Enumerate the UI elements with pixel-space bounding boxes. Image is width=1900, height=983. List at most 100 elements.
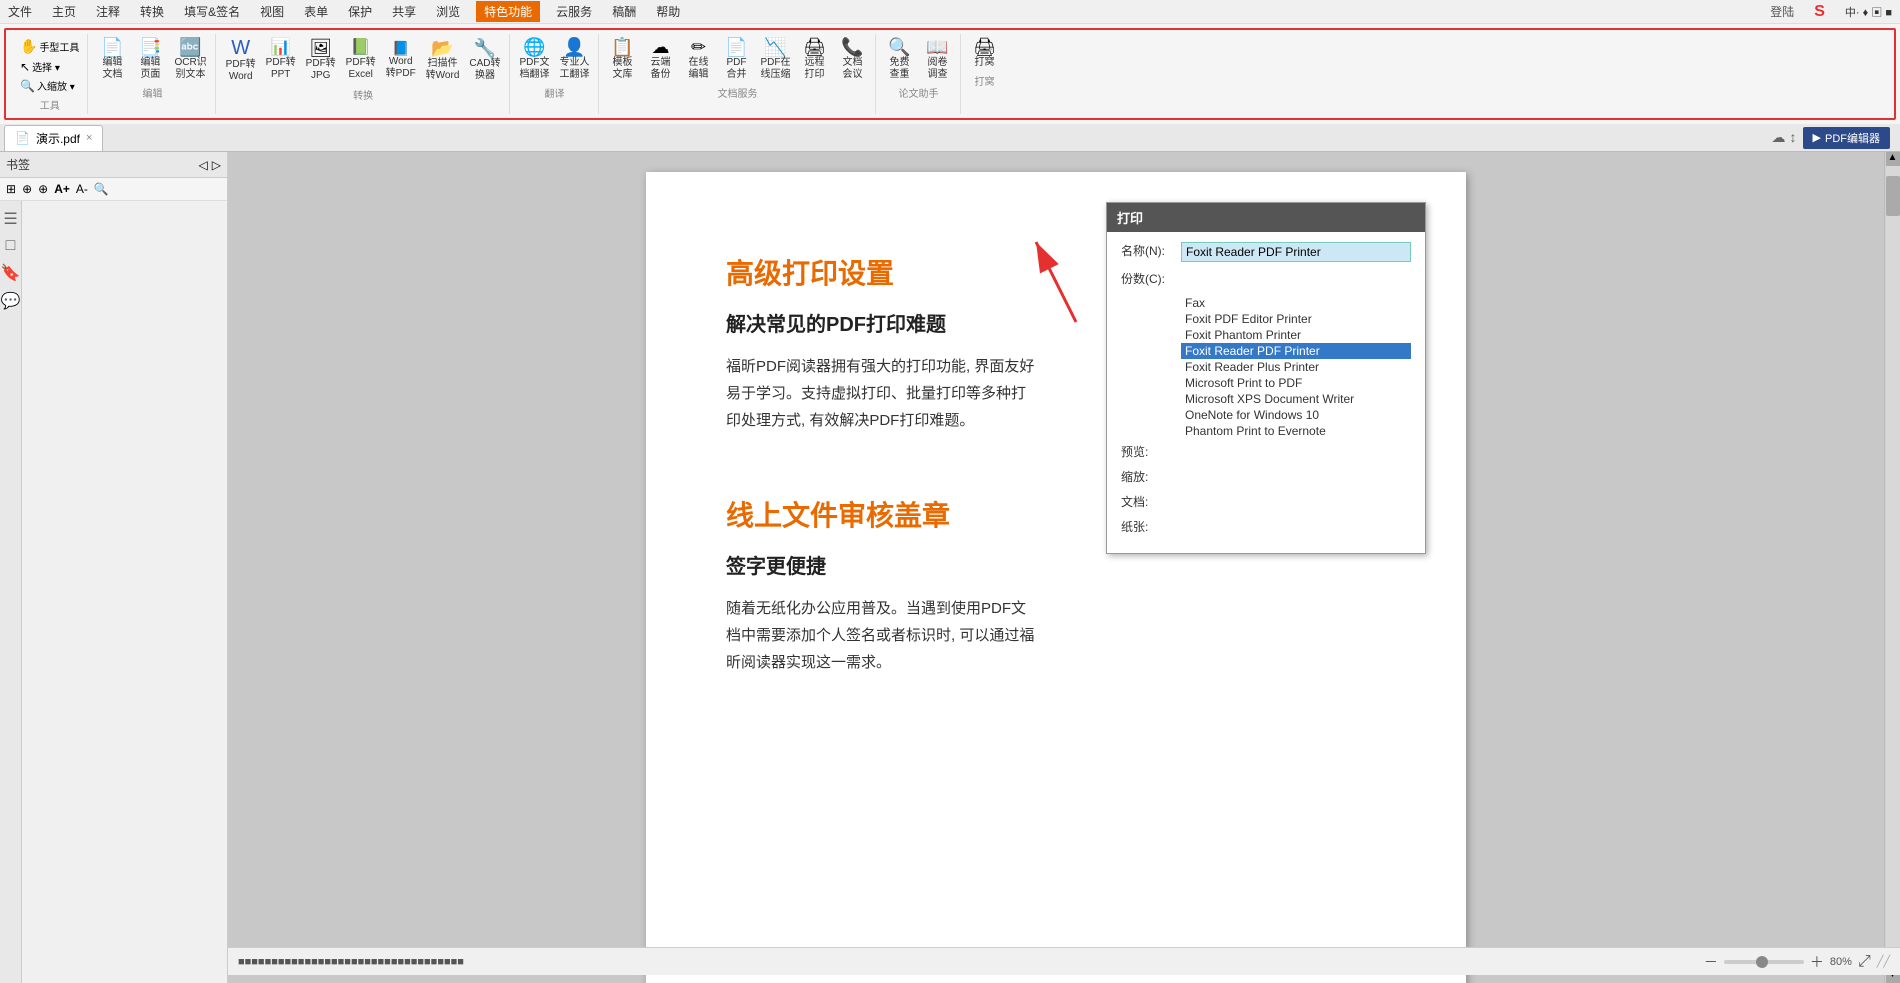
sidebar-nav-icon-2[interactable]: □ — [6, 237, 16, 255]
pdf-to-jpg-btn[interactable]: 🖼 PDF转JPG — [302, 36, 340, 85]
paper-assistant-group: 🔍 免费查重 📖 阅卷调查 论文助手 — [878, 34, 961, 114]
sidebar-collapse-btn[interactable]: ◁ — [199, 158, 208, 172]
sidebar-icon-font-down[interactable]: A- — [76, 182, 88, 196]
print-row-paper: 纸张: — [1121, 518, 1411, 535]
scrollbar-right[interactable]: ▲ ▼ — [1884, 152, 1900, 983]
print-option-foxit-phantom: Foxit Phantom Printer — [1181, 327, 1411, 343]
print-option-foxit-editor: Foxit PDF Editor Printer — [1181, 311, 1411, 327]
pdf-to-excel-btn[interactable]: 📗 PDF转Excel — [342, 36, 380, 85]
scroll-up-btn[interactable]: ▲ — [1886, 152, 1900, 166]
print-value-name: Foxit Reader PDF Printer — [1181, 242, 1411, 262]
menu-item-form[interactable]: 表单 — [300, 1, 332, 22]
free-check-btn[interactable]: 🔍 免费查重 — [882, 36, 918, 83]
edit-doc-btn[interactable]: 📄 编辑文档 — [94, 36, 130, 83]
menu-item-special[interactable]: 特色功能 — [476, 1, 540, 22]
print-row-doc: 文档: — [1121, 493, 1411, 510]
online-edit-btn[interactable]: ✏ 在线编辑 — [681, 36, 717, 83]
pdf-compress-btn[interactable]: 📉 PDF在线压缩 — [757, 36, 795, 83]
pdf-to-ppt-btn[interactable]: 📊 PDF转PPT — [262, 36, 300, 85]
menu-item-view[interactable]: 视图 — [256, 1, 288, 22]
sidebar-nav: ☰ □ 🔖 💬 — [0, 201, 22, 983]
cad-btn[interactable]: 🔧 CAD转换器 — [465, 36, 504, 85]
pdf-word-icon: W — [231, 38, 250, 58]
tab-close-btn[interactable]: × — [86, 132, 92, 144]
print-option-foxit-reader[interactable]: Foxit Reader PDF Printer — [1181, 343, 1411, 359]
sidebar-nav-icon-3[interactable]: 🔖 — [1, 263, 21, 283]
sidebar-icon-add1[interactable]: ⊕ — [22, 182, 32, 196]
expand-btn[interactable]: ⤢ — [1858, 953, 1871, 971]
edit-page-btn[interactable]: 📑 编辑页面 — [132, 36, 168, 83]
human-translate-btn[interactable]: 👤 专业人工翻译 — [556, 36, 594, 83]
menu-item-fee[interactable]: 稿酬 — [608, 1, 640, 22]
remote-print-btn[interactable]: 🖨 远程打印 — [797, 36, 833, 83]
pdf-tab[interactable]: 📄 演示.pdf × — [4, 125, 103, 151]
toolbar-area: ✋ 手型工具 ↖ 选择 ▾ 🔍 入缩放 ▾ 工具 📄 编辑文档 — [0, 24, 1900, 124]
print-input-name[interactable]: Foxit Reader PDF Printer — [1181, 242, 1411, 262]
zoom-minus-btn[interactable]: － — [1704, 952, 1718, 972]
print-label-copies: 份数(C): — [1121, 270, 1181, 287]
cloud-backup-btn[interactable]: ☁ 云端备份 — [643, 36, 679, 83]
menu-item-annotation[interactable]: 注释 — [92, 1, 124, 22]
print-option-ms-pdf: Microsoft Print to PDF — [1181, 375, 1411, 391]
scan-to-word-btn[interactable]: 📂 扫描件转Word — [422, 36, 464, 85]
pdf-ppt-icon: 📊 — [271, 40, 291, 56]
zoom-plus-btn[interactable]: ＋ — [1810, 952, 1824, 972]
sidebar-icon-font-up[interactable]: A+ — [54, 182, 70, 196]
diagonal-lines: ╱╱ — [1877, 955, 1890, 968]
sidebar-nav-icon-4[interactable]: 💬 — [1, 291, 21, 311]
hand-tool-btn[interactable]: ✋ 手型工具 — [16, 36, 83, 57]
zoom-thumb[interactable] — [1756, 956, 1768, 968]
toolbar: ✋ 手型工具 ↖ 选择 ▾ 🔍 入缩放 ▾ 工具 📄 编辑文档 — [4, 28, 1896, 120]
print-group: 🖨 打窝 打窝 — [963, 34, 1007, 114]
tab-bar: 📄 演示.pdf × ☁ ↕ ▶ PDF编辑器 — [0, 124, 1900, 152]
menu-item-cloud[interactable]: 云服务 — [552, 1, 596, 22]
template-btn[interactable]: 📋 模板文库 — [605, 36, 641, 83]
doc-services-label: 文档服务 — [718, 85, 758, 100]
menu-item-share[interactable]: 共享 — [388, 1, 420, 22]
menu-item-file[interactable]: 文件 — [4, 1, 36, 22]
print-row-preview: 预览: — [1121, 443, 1411, 460]
sidebar-header: 书签 ◁ ▷ — [0, 152, 227, 178]
sidebar-icon-add2[interactable]: ⊕ — [38, 182, 48, 196]
ocr-btn[interactable]: 🔤 OCR识别文本 — [170, 36, 210, 83]
menu-item-convert[interactable]: 转换 — [136, 1, 168, 22]
cloud-icons: ☁ ↕ — [1772, 129, 1797, 146]
sidebar-icon-search[interactable]: 🔍 — [94, 182, 109, 196]
print-options-list: Fax Foxit PDF Editor Printer Foxit Phant… — [1181, 295, 1411, 439]
sidebar-expand-btn[interactable]: ▷ — [212, 158, 221, 172]
ocr-label: OCR识别文本 — [174, 57, 206, 81]
survey-btn[interactable]: 📖 阅卷调查 — [920, 36, 956, 83]
menu-item-sign[interactable]: 填写&签名 — [180, 1, 244, 22]
login-label[interactable]: 登陆 — [1766, 1, 1798, 22]
select-tool-btn[interactable]: ↖ 选择 ▾ — [16, 57, 83, 76]
menu-item-browse[interactable]: 浏览 — [432, 1, 464, 22]
convert-group-label: 转换 — [353, 87, 373, 102]
zoom-tool-btn[interactable]: 🔍 入缩放 ▾ — [16, 76, 83, 95]
print-row-scale: 缩放: — [1121, 468, 1411, 485]
print-btn[interactable]: 🖨 打窝 — [967, 36, 1003, 71]
menu-item-home[interactable]: 主页 — [48, 1, 80, 22]
doc-meeting-btn[interactable]: 📞 文档会议 — [835, 36, 871, 83]
sidebar-nav-icon-1[interactable]: ☰ — [3, 209, 17, 229]
pdf-editor-button[interactable]: ▶ PDF编辑器 — [1803, 127, 1890, 149]
section1-subtitle: 解决常见的PDF打印难题 — [726, 308, 1036, 337]
hand-label: 手型工具 — [39, 39, 79, 54]
menu-item-help[interactable]: 帮助 — [652, 1, 684, 22]
human-translate-icon: 👤 — [563, 38, 585, 56]
scan-word-icon: 📂 — [431, 39, 453, 57]
word-to-pdf-btn[interactable]: 📘 Word转PDF — [382, 36, 420, 85]
pdf-to-word-btn[interactable]: W PDF转Word — [222, 36, 260, 85]
pdf-translate-btn[interactable]: 🌐 PDF文档翻译 — [516, 36, 554, 83]
print-label-paper: 纸张: — [1121, 518, 1181, 535]
menu-item-protect[interactable]: 保护 — [344, 1, 376, 22]
sidebar-icon-bar: ⊞ ⊕ ⊕ A+ A- 🔍 — [0, 178, 227, 201]
section2-text: 线上文件审核盖章 签字更便捷 随着无纸化办公应用普及。当遇到使用PDF文档中需要… — [726, 494, 1036, 716]
pdf-ppt-label: PDF转PPT — [266, 57, 296, 81]
cad-label: CAD转换器 — [469, 58, 500, 82]
scroll-thumb[interactable] — [1886, 176, 1900, 216]
sidebar-icon-expand[interactable]: ⊞ — [6, 182, 16, 196]
zoom-slider[interactable] — [1724, 960, 1804, 964]
pdf-merge-btn[interactable]: 📄 PDF合并 — [719, 36, 755, 83]
bottom-status: ■■■■■■■■■■■■■■■■■■■■■■■■■■■■■■■■■■ — [238, 956, 464, 968]
pdf-merge-icon: 📄 — [725, 38, 747, 56]
